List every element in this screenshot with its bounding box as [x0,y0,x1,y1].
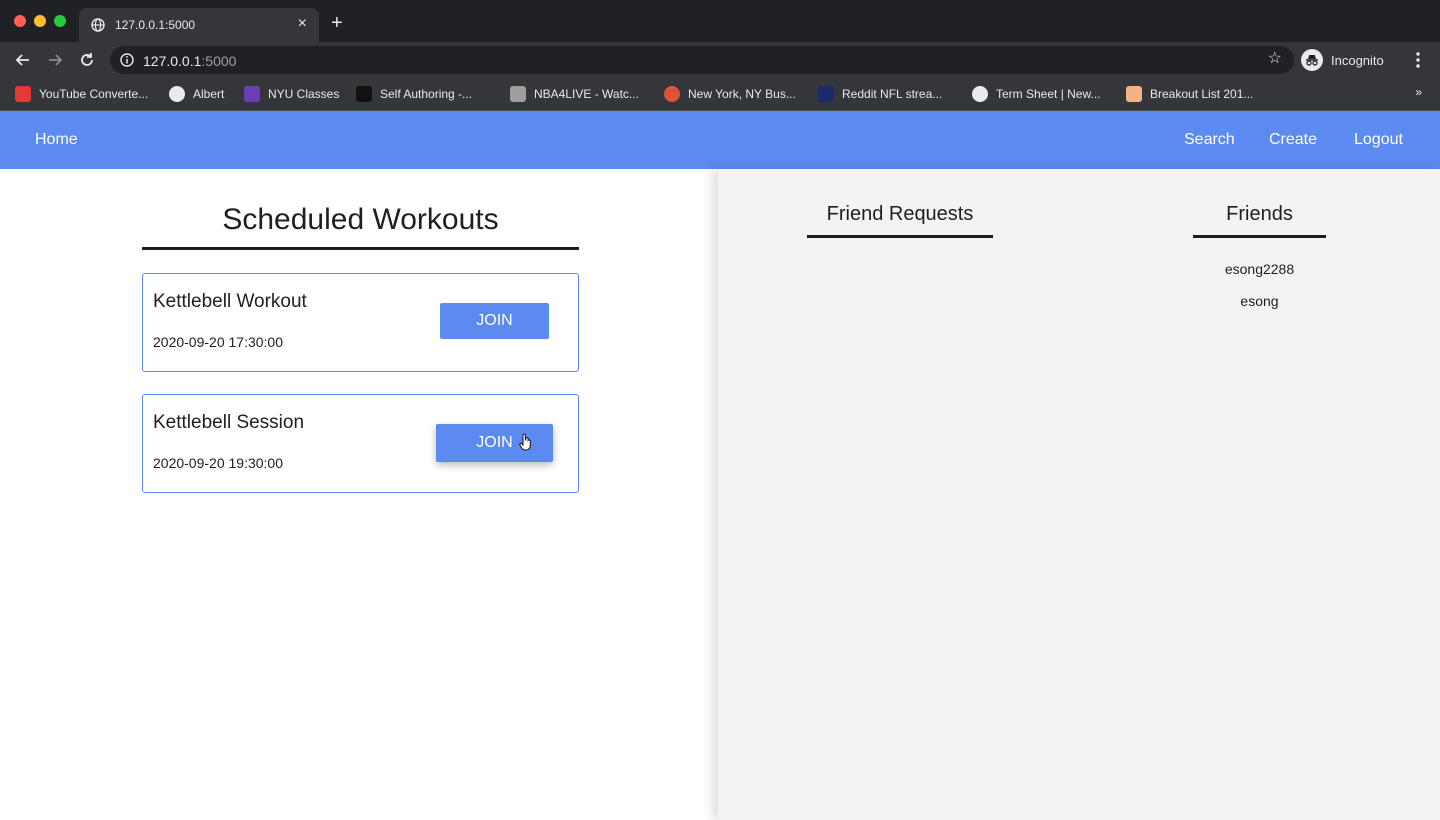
workout-time: 2020-09-20 19:30:00 [153,455,283,471]
incognito-profile[interactable]: Incognito [1301,48,1384,72]
browser-tab[interactable]: 127.0.0.1:5000 × [79,8,319,42]
workout-name: Kettlebell Session [153,412,305,433]
rocket-icon [1126,86,1142,102]
tab-close-icon[interactable]: × [298,16,307,32]
forward-arrow-icon[interactable] [45,50,65,70]
workout-time: 2020-09-20 17:30:00 [153,334,283,350]
reload-icon[interactable] [77,50,97,70]
join-button[interactable]: JOIN [436,424,553,462]
bookmark-favicon-icon [510,86,526,102]
friend-item[interactable]: esong2288 [1193,261,1326,277]
globe-icon [972,86,988,102]
bookmark-youtube-converter[interactable]: YouTube Converte... [15,85,148,103]
new-tab-icon[interactable]: + [331,13,343,33]
browser-toolbar: 127.0.0.1:5000 ☆ Incognito [0,42,1440,78]
close-window-button[interactable] [14,15,26,27]
bookmark-breakout-list[interactable]: Breakout List 201... [1126,85,1253,103]
nav-logout-link[interactable]: Logout [1354,131,1403,149]
bookmark-nba4live[interactable]: NBA4LIVE - Watc... [510,85,639,103]
workout-card: Kettlebell Session 2020-09-20 19:30:00 J… [142,394,579,493]
bookmark-new-york-bus[interactable]: New York, NY Bus... [664,85,796,103]
friend-item[interactable]: esong [1193,293,1326,309]
bookmark-favicon-icon [15,86,31,102]
bookmark-star-icon[interactable]: ☆ [1268,51,1282,67]
menu-dots-icon[interactable] [1412,50,1424,70]
bookmarks-bar: YouTube Converte... Albert NYU Classes S… [0,78,1440,111]
title-underline [142,247,579,250]
bookmark-self-authoring[interactable]: Self Authoring -... [356,85,472,103]
join-button[interactable]: JOIN [440,303,549,339]
bookmark-albert[interactable]: Albert [169,85,224,103]
web-page: Home Search Create Logout Scheduled Work… [0,111,1440,820]
browser-titlebar: 127.0.0.1:5000 × + [0,0,1440,42]
incognito-icon [1301,49,1323,71]
friends-pane [718,169,1440,820]
title-underline [1193,235,1326,238]
bookmark-nyu-classes[interactable]: NYU Classes [244,85,339,103]
nav-search-link[interactable]: Search [1184,131,1235,149]
scheduled-workouts-title: Scheduled Workouts [222,203,499,236]
maximize-window-button[interactable] [54,15,66,27]
info-icon[interactable] [120,53,134,72]
friends-title: Friends [1226,203,1293,225]
globe-icon [91,18,105,37]
pen-icon [356,86,372,102]
back-arrow-icon[interactable] [13,50,33,70]
workout-name: Kettlebell Workout [153,291,307,312]
title-underline [807,235,993,238]
workout-card: Kettlebell Workout 2020-09-20 17:30:00 J… [142,273,579,372]
url-text: 127.0.0.1:5000 [143,53,237,69]
nyu-torch-icon [244,86,260,102]
address-bar[interactable]: 127.0.0.1:5000 ☆ [110,46,1294,74]
nav-create-link[interactable]: Create [1269,131,1317,149]
bookmark-term-sheet[interactable]: Term Sheet | New... [972,85,1101,103]
hand-cursor-icon [519,433,533,456]
globe-icon [169,86,185,102]
friend-requests-title: Friend Requests [826,203,974,225]
bookmark-reddit-nfl[interactable]: Reddit NFL strea... [818,85,942,103]
minimize-window-button[interactable] [34,15,46,27]
site-navbar: Home Search Create Logout [0,111,1440,169]
scheduled-workouts-pane: Scheduled Workouts Kettlebell Workout 20… [0,169,718,820]
tab-title: 127.0.0.1:5000 [115,18,196,32]
bookmark-favicon-icon [664,86,680,102]
more-bookmarks-icon[interactable]: » [1415,85,1422,99]
bookmark-favicon-icon [818,86,834,102]
nav-home-link[interactable]: Home [35,131,78,149]
